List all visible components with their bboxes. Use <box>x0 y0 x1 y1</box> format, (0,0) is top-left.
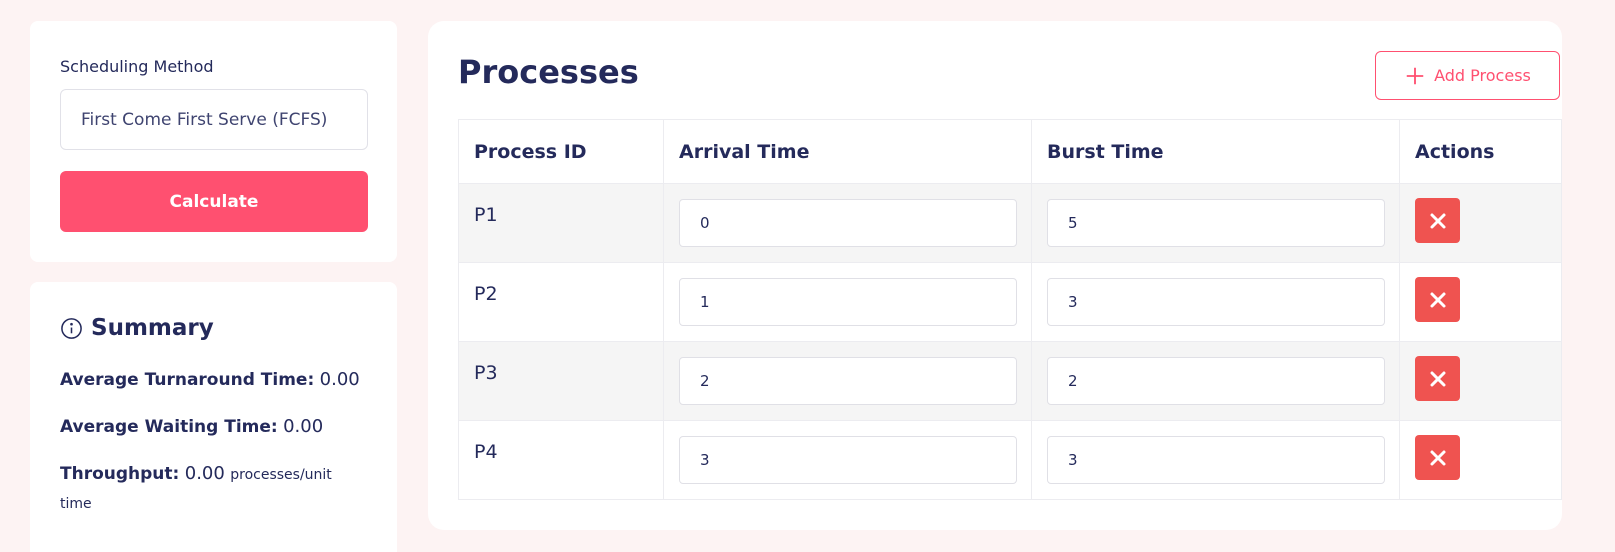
column-header-process-id: Process ID <box>458 119 664 184</box>
summary-title: Summary <box>91 315 214 341</box>
plus-icon <box>1406 67 1424 84</box>
burst-cell <box>1031 341 1400 421</box>
burst-time-input[interactable] <box>1047 436 1385 484</box>
burst-cell <box>1031 262 1400 342</box>
delete-process-button[interactable] <box>1415 198 1460 243</box>
process-id: P1 <box>474 204 498 226</box>
arrival-time-input[interactable] <box>679 278 1017 326</box>
throughput-label: Throughput: <box>60 464 180 484</box>
arrival-cell <box>663 420 1032 500</box>
process-id-cell: P3 <box>458 341 664 421</box>
summary-panel: Summary Average Turnaround Time: 0.00 Av… <box>30 282 397 552</box>
add-process-button[interactable]: Add Process <box>1375 51 1560 100</box>
table-row: P3 <box>458 341 1562 421</box>
burst-cell <box>1031 420 1400 500</box>
throughput-stat: Throughput: 0.00 processes/unit time <box>60 460 360 518</box>
column-header-burst-time: Burst Time <box>1031 119 1400 184</box>
close-icon <box>1430 213 1445 228</box>
avg-turnaround-value: 0.00 <box>319 369 360 390</box>
avg-waiting-label: Average Waiting Time: <box>60 417 278 437</box>
method-label: Scheduling Method <box>60 57 214 76</box>
avg-waiting-stat: Average Waiting Time: 0.00 <box>60 413 360 441</box>
table-row: P1 <box>458 183 1562 263</box>
column-header-actions: Actions <box>1399 119 1562 184</box>
close-icon <box>1430 292 1445 307</box>
delete-process-button[interactable] <box>1415 435 1460 480</box>
actions-cell <box>1399 183 1562 263</box>
table-row: P2 <box>458 262 1562 342</box>
avg-turnaround-label: Average Turnaround Time: <box>60 370 315 390</box>
processes-title: Processes <box>458 53 639 91</box>
process-id-cell: P2 <box>458 262 664 342</box>
avg-turnaround-stat: Average Turnaround Time: 0.00 <box>60 366 360 394</box>
method-panel: Scheduling Method First Come First Serve… <box>30 21 397 262</box>
info-icon <box>61 317 82 339</box>
actions-cell <box>1399 341 1562 421</box>
process-id: P3 <box>474 362 498 384</box>
burst-time-input[interactable] <box>1047 199 1385 247</box>
scheduling-method-select[interactable]: First Come First Serve (FCFS) <box>60 89 368 150</box>
arrival-cell <box>663 183 1032 263</box>
burst-time-input[interactable] <box>1047 357 1385 405</box>
column-header-arrival-time: Arrival Time <box>663 119 1032 184</box>
process-id-cell: P4 <box>458 420 664 500</box>
arrival-time-input[interactable] <box>679 199 1017 247</box>
burst-cell <box>1031 183 1400 263</box>
actions-cell <box>1399 420 1562 500</box>
process-id: P2 <box>474 283 498 305</box>
table-row: P4 <box>458 420 1562 500</box>
close-icon <box>1430 371 1445 386</box>
actions-cell <box>1399 262 1562 342</box>
processes-panel: Processes Add Process Process ID Arrival… <box>428 21 1562 530</box>
arrival-cell <box>663 262 1032 342</box>
arrival-time-input[interactable] <box>679 436 1017 484</box>
avg-waiting-value: 0.00 <box>283 416 324 437</box>
process-id: P4 <box>474 441 498 463</box>
burst-time-input[interactable] <box>1047 278 1385 326</box>
processes-table: Process ID Arrival Time Burst Time Actio… <box>458 119 1562 500</box>
add-process-label: Add Process <box>1434 66 1531 85</box>
summary-heading: Summary <box>60 315 214 341</box>
close-icon <box>1430 450 1445 465</box>
arrival-cell <box>663 341 1032 421</box>
calculate-button[interactable]: Calculate <box>60 171 368 232</box>
delete-process-button[interactable] <box>1415 356 1460 401</box>
throughput-value: 0.00 <box>184 463 225 484</box>
table-header-row: Process ID Arrival Time Burst Time Actio… <box>458 119 1562 184</box>
arrival-time-input[interactable] <box>679 357 1017 405</box>
process-id-cell: P1 <box>458 183 664 263</box>
delete-process-button[interactable] <box>1415 277 1460 322</box>
